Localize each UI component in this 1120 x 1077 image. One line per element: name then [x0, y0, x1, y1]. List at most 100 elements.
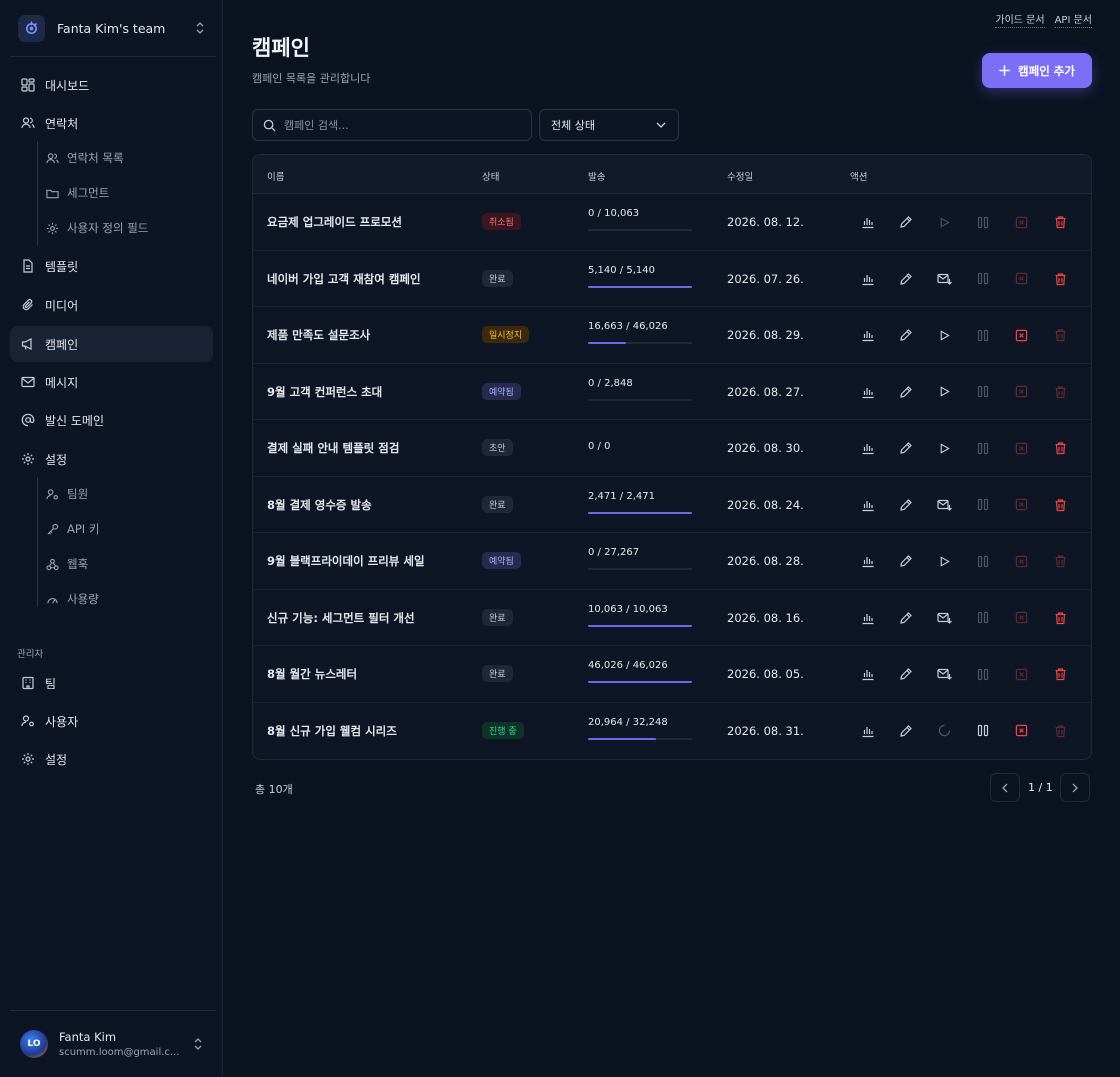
pause-button[interactable]	[975, 327, 991, 343]
table-row[interactable]: 신규 기능: 세그먼트 필터 개선 완료 10,063 / 10,063 2026. …	[253, 590, 1091, 646]
pause-button[interactable]	[975, 214, 991, 230]
sidebar-subitem-webhooks[interactable]: 웹훅	[36, 549, 211, 579]
delete-button[interactable]	[1052, 723, 1068, 739]
run-button[interactable]	[936, 610, 952, 626]
stats-button[interactable]	[860, 271, 876, 287]
run-button[interactable]	[936, 553, 952, 569]
pause-button[interactable]	[975, 440, 991, 456]
stop-button[interactable]	[1013, 553, 1029, 569]
table-row[interactable]: 8월 신규 가입 웰컴 시리즈 진행 중 20,964 / 32,248 2026. …	[253, 703, 1091, 760]
edit-button[interactable]	[898, 327, 914, 343]
delete-button[interactable]	[1052, 610, 1068, 626]
add-campaign-button[interactable]: 캠페인 추가	[982, 53, 1092, 88]
sidebar-subitem-api-keys[interactable]: API 키	[36, 514, 211, 544]
edit-button[interactable]	[898, 440, 914, 456]
sidebar-subitem-custom-fields[interactable]: 사용자 정의 필드	[36, 213, 211, 243]
sidebar-item-teams[interactable]: 팀	[10, 665, 213, 701]
run-button[interactable]	[936, 497, 952, 513]
stats-button[interactable]	[860, 214, 876, 230]
sidebar-item-media[interactable]: 미디어	[10, 287, 213, 323]
stop-button[interactable]	[1013, 610, 1029, 626]
run-button[interactable]	[936, 440, 952, 456]
sidebar-item-domains[interactable]: 발신 도메인	[10, 402, 213, 438]
campaign-name[interactable]: 제품 만족도 설문조사	[267, 327, 370, 343]
delete-button[interactable]	[1052, 271, 1068, 287]
delete-button[interactable]	[1052, 327, 1068, 343]
pause-button[interactable]	[975, 666, 991, 682]
delete-button[interactable]	[1052, 497, 1068, 513]
stop-button[interactable]	[1013, 497, 1029, 513]
edit-button[interactable]	[898, 497, 914, 513]
stop-button[interactable]	[1013, 327, 1029, 343]
stop-button[interactable]	[1013, 214, 1029, 230]
sidebar-item-users[interactable]: 사용자	[10, 703, 213, 739]
sidebar-item-settings[interactable]: 설정	[10, 441, 213, 477]
team-switcher[interactable]: Fanta Kim's team	[10, 10, 213, 46]
sidebar-item-dashboard[interactable]: 대시보드	[10, 67, 213, 103]
edit-button[interactable]	[898, 214, 914, 230]
delete-button[interactable]	[1052, 440, 1068, 456]
stats-button[interactable]	[860, 723, 876, 739]
campaign-name[interactable]: 요금제 업그레이드 프로모션	[267, 214, 402, 230]
table-row[interactable]: 네이버 가입 고객 재참여 캠페인 완료 5,140 / 5,140 2026. 07…	[253, 251, 1091, 307]
edit-button[interactable]	[898, 271, 914, 287]
edit-button[interactable]	[898, 384, 914, 400]
pause-button[interactable]	[975, 723, 991, 739]
campaign-name[interactable]: 네이버 가입 고객 재참여 캠페인	[267, 271, 421, 287]
campaign-name[interactable]: 8월 신규 가입 웰컴 시리즈	[267, 723, 397, 739]
stats-button[interactable]	[860, 384, 876, 400]
run-button[interactable]	[936, 327, 952, 343]
pause-button[interactable]	[975, 610, 991, 626]
sidebar-item-contacts[interactable]: 연락처	[10, 105, 213, 141]
edit-button[interactable]	[898, 666, 914, 682]
campaign-name[interactable]: 8월 결제 영수증 발송	[267, 497, 372, 513]
table-row[interactable]: 9월 블랙프라이데이 프리뷰 세일 예약됨 0 / 27,267 2026. 08. …	[253, 533, 1091, 590]
campaign-name[interactable]: 신규 기능: 세그먼트 필터 개선	[267, 610, 415, 626]
status-filter-select[interactable]: 전체 상태	[539, 109, 679, 141]
run-button[interactable]	[936, 214, 952, 230]
stats-button[interactable]	[860, 327, 876, 343]
table-row[interactable]: 제품 만족도 설문조사 일시정지 16,663 / 46,026 2026. 08. …	[253, 307, 1091, 364]
prev-page-button[interactable]	[990, 773, 1020, 802]
sidebar-item-admin-settings[interactable]: 설정	[10, 741, 213, 777]
stats-button[interactable]	[860, 497, 876, 513]
user-menu[interactable]: LO Fanta Kim scumm.loom@gmail.c...	[10, 1020, 213, 1068]
stop-button[interactable]	[1013, 271, 1029, 287]
guide-docs-link[interactable]: 가이드 문서	[995, 11, 1045, 28]
pause-button[interactable]	[975, 384, 991, 400]
delete-button[interactable]	[1052, 214, 1068, 230]
edit-button[interactable]	[898, 610, 914, 626]
table-row[interactable]: 결제 실패 안내 템플릿 점검 초안 0 / 0 2026. 08. 30.	[253, 420, 1091, 477]
delete-button[interactable]	[1052, 553, 1068, 569]
stop-button[interactable]	[1013, 666, 1029, 682]
pause-button[interactable]	[975, 271, 991, 287]
pause-button[interactable]	[975, 497, 991, 513]
search-input[interactable]	[284, 118, 514, 132]
sidebar-subitem-usage[interactable]: 사용량	[36, 584, 211, 614]
campaign-name[interactable]: 결제 실패 안내 템플릿 점검	[267, 440, 399, 456]
table-row[interactable]: 8월 결제 영수증 발송 완료 2,471 / 2,471 2026. 08. 24.	[253, 477, 1091, 533]
edit-button[interactable]	[898, 553, 914, 569]
stop-button[interactable]	[1013, 440, 1029, 456]
stats-button[interactable]	[860, 553, 876, 569]
campaign-name[interactable]: 9월 블랙프라이데이 프리뷰 세일	[267, 553, 425, 569]
sidebar-subitem-contacts-list[interactable]: 연락처 목록	[36, 143, 211, 173]
stats-button[interactable]	[860, 666, 876, 682]
edit-button[interactable]	[898, 723, 914, 739]
run-button[interactable]	[936, 666, 952, 682]
run-button[interactable]	[936, 384, 952, 400]
campaign-name[interactable]: 8월 월간 뉴스레터	[267, 666, 357, 682]
api-docs-link[interactable]: API 문서	[1054, 11, 1092, 28]
stats-button[interactable]	[860, 440, 876, 456]
delete-button[interactable]	[1052, 384, 1068, 400]
sidebar-subitem-members[interactable]: 팀원	[36, 479, 211, 509]
delete-button[interactable]	[1052, 666, 1068, 682]
table-row[interactable]: 요금제 업그레이드 프로모션 취소됨 0 / 10,063 2026. 08. 12.	[253, 194, 1091, 251]
run-button[interactable]	[936, 271, 952, 287]
stop-button[interactable]	[1013, 384, 1029, 400]
sidebar-item-messages[interactable]: 메시지	[10, 364, 213, 400]
sidebar-item-campaigns[interactable]: 캠페인	[10, 326, 213, 362]
pause-button[interactable]	[975, 553, 991, 569]
stats-button[interactable]	[860, 610, 876, 626]
next-page-button[interactable]	[1060, 773, 1090, 802]
